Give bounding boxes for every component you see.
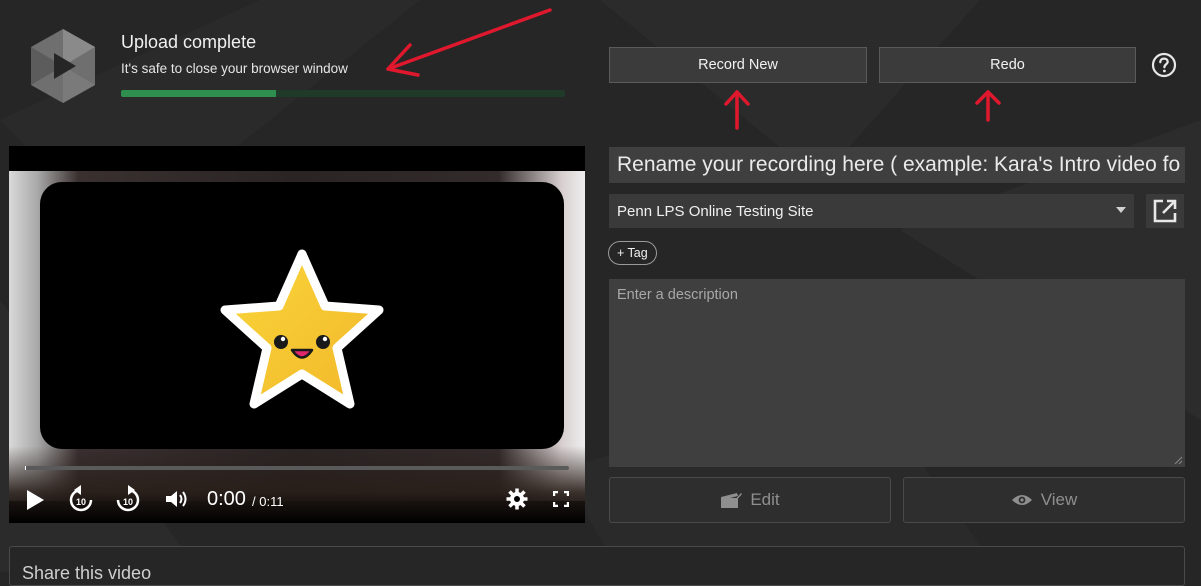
annotation-arrow-redo — [975, 90, 1001, 122]
total-time: / 0:11 — [252, 494, 284, 509]
clapperboard-icon — [721, 493, 743, 508]
upload-status-subtitle: It's safe to close your browser window — [121, 61, 348, 76]
upload-progress-fill — [121, 90, 277, 97]
upload-progress-bar — [121, 90, 565, 97]
volume-icon[interactable] — [165, 489, 189, 509]
play-icon[interactable] — [25, 489, 45, 511]
redo-button[interactable]: Redo — [879, 47, 1136, 83]
recording-title-input[interactable]: Rename your recording here ( example: Ka… — [609, 147, 1185, 183]
help-question-icon[interactable] — [1151, 52, 1177, 78]
panopto-logo-icon — [31, 29, 95, 103]
description-placeholder: Enter a description — [617, 287, 738, 303]
video-scrubber-fill — [25, 466, 26, 470]
edit-button-label: Edit — [750, 490, 780, 509]
fullscreen-icon[interactable] — [553, 491, 569, 507]
video-player[interactable]: 10 10 0:00 / 0:11 — [9, 146, 585, 523]
settings-gear-icon[interactable] — [506, 488, 528, 510]
external-link-icon — [1153, 199, 1177, 223]
svg-text:10: 10 — [123, 497, 133, 507]
smiling-star-image — [220, 249, 384, 409]
share-panel-title: Share this video — [22, 563, 152, 583]
record-new-button[interactable]: Record New — [609, 47, 867, 83]
edit-button[interactable]: Edit — [609, 477, 891, 523]
chevron-down-icon — [1116, 207, 1126, 213]
annotation-arrow-upload — [386, 8, 552, 77]
share-panel[interactable]: Share this video — [9, 546, 1185, 586]
webcam-shadow — [9, 446, 585, 523]
resize-handle-icon[interactable] — [1173, 455, 1183, 465]
forward-10-icon[interactable]: 10 — [115, 485, 141, 513]
eye-icon — [1011, 495, 1032, 505]
add-tag-button[interactable]: + Tag — [608, 241, 657, 265]
rewind-10-icon[interactable]: 10 — [68, 485, 94, 513]
video-scrubber[interactable] — [25, 466, 569, 470]
folder-select[interactable]: Penn LPS Online Testing Site — [609, 194, 1134, 228]
video-frame — [40, 182, 564, 449]
description-textarea[interactable]: Enter a description — [609, 279, 1185, 467]
annotation-arrow-record-new — [724, 90, 750, 130]
open-folder-external-button[interactable] — [1146, 194, 1184, 228]
view-button-label: View — [1040, 490, 1078, 509]
svg-text:10: 10 — [76, 497, 86, 507]
folder-select-value: Penn LPS Online Testing Site — [617, 202, 814, 220]
view-button[interactable]: View — [903, 477, 1185, 523]
current-time: 0:00 — [207, 488, 246, 510]
upload-status-title: Upload complete — [121, 32, 257, 52]
